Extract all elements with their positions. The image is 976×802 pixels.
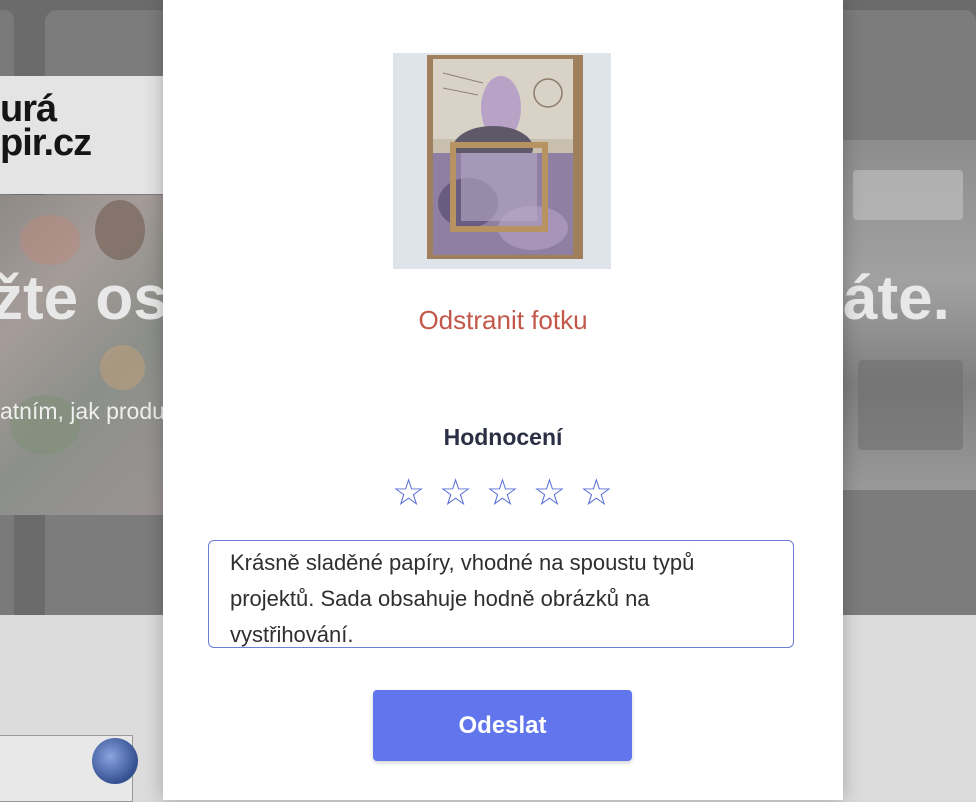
background-logo-line1: urá xyxy=(0,88,57,130)
star-4-icon[interactable]: ☆ xyxy=(533,471,567,515)
background-hero-subtitle: atním, jak produ xyxy=(0,398,165,424)
star-2-icon[interactable]: ☆ xyxy=(439,471,473,515)
rating-label: Hodnocení xyxy=(443,424,563,450)
review-text-input[interactable]: Krásně sladěné papíry, vhodné na spoustu… xyxy=(208,540,794,648)
star-1-icon[interactable]: ☆ xyxy=(392,471,426,515)
background-logo-line2: pir.cz xyxy=(0,122,92,164)
remove-photo-link[interactable]: Odstranit fotku xyxy=(163,305,843,336)
star-5-icon[interactable]: ☆ xyxy=(580,471,614,515)
star-3-icon[interactable]: ☆ xyxy=(486,471,520,515)
background-product-photo xyxy=(0,195,163,515)
star-rating[interactable]: ☆ ☆ ☆ ☆ ☆ xyxy=(163,471,843,515)
background-hero-heading-right: áte. xyxy=(843,264,950,333)
submit-button[interactable]: Odeslat xyxy=(373,690,632,761)
uploaded-photo-image xyxy=(393,53,611,269)
background-hero-heading-left: žte ost xyxy=(0,264,189,333)
background-ornament-image xyxy=(92,738,138,784)
review-modal: Odstranit fotku Hodnocení ☆ ☆ ☆ ☆ ☆ Krás… xyxy=(163,0,843,800)
uploaded-photo xyxy=(393,53,611,269)
background-logo: urá pir.cz xyxy=(0,88,163,164)
